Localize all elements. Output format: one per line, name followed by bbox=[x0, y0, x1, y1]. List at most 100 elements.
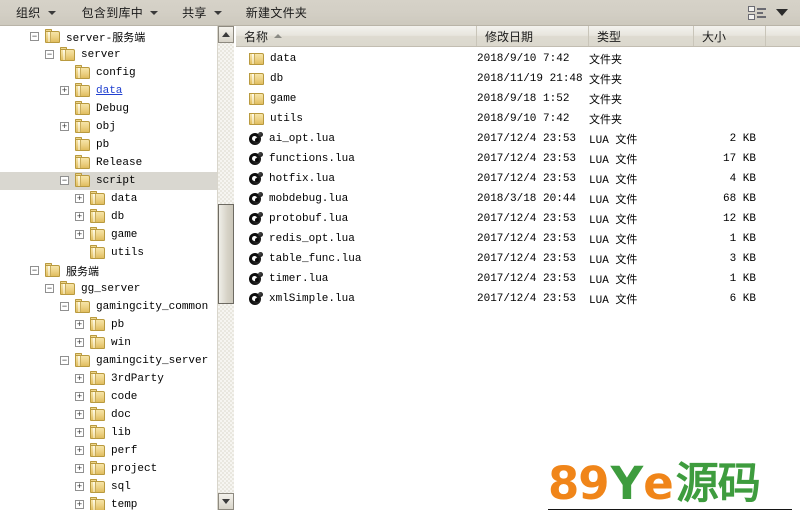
scrollbar-down-button[interactable] bbox=[218, 493, 234, 510]
expand-plus-icon[interactable]: + bbox=[75, 427, 84, 437]
toolbar-button-share-with[interactable]: 共享 bbox=[176, 2, 228, 24]
expand-plus-icon[interactable]: + bbox=[75, 391, 84, 401]
help-chevron-down-icon[interactable] bbox=[776, 9, 788, 16]
expand-plus-icon[interactable]: + bbox=[75, 481, 84, 491]
tree-item-lib[interactable]: + lib bbox=[0, 424, 217, 442]
file-name-label: protobuf.lua bbox=[269, 213, 349, 225]
table-row[interactable]: mobdebug.lua 2018/3/18 20:44 LUA 文件 68 KB bbox=[236, 189, 800, 209]
lua-file-icon bbox=[249, 212, 263, 226]
collapse-minus-icon[interactable]: − bbox=[60, 355, 69, 365]
tree-item-server-服务端[interactable]: − server-服务端 bbox=[0, 28, 217, 46]
tree-item-data[interactable]: + data bbox=[0, 190, 217, 208]
table-row[interactable]: redis_opt.lua 2017/12/4 23:53 LUA 文件 1 KB bbox=[236, 229, 800, 249]
expand-plus-icon[interactable]: + bbox=[75, 193, 84, 203]
tree-item-Release[interactable]: Release bbox=[0, 154, 217, 172]
tree-item-pb[interactable]: + pb bbox=[0, 316, 217, 334]
expand-plus-icon[interactable]: + bbox=[60, 85, 69, 95]
file-name-label: redis_opt.lua bbox=[269, 233, 355, 245]
collapse-minus-icon[interactable]: − bbox=[60, 175, 69, 185]
tree-item-3rdParty[interactable]: +3rdParty bbox=[0, 370, 217, 388]
tree-item-sql[interactable]: + sql bbox=[0, 478, 217, 496]
navigation-scrollbar[interactable] bbox=[217, 26, 234, 510]
collapse-minus-icon[interactable]: − bbox=[45, 283, 54, 293]
tree-item-服务端[interactable]: − 服务端 bbox=[0, 262, 217, 280]
expand-plus-icon[interactable]: + bbox=[60, 121, 69, 131]
file-rows: data 2018/9/10 7:42 文件夹 db 2018/11/19 21:48 文… bbox=[236, 47, 800, 309]
tree-item-code[interactable]: + code bbox=[0, 388, 217, 406]
tree-item-label: config bbox=[96, 67, 136, 79]
expand-plus-icon[interactable]: + bbox=[75, 319, 84, 329]
toolbar-button-new-folder[interactable]: 新建文件夹 bbox=[240, 2, 314, 24]
cell-name: ai_opt.lua bbox=[236, 132, 477, 146]
cell-name: timer.lua bbox=[236, 272, 477, 286]
view-options-icon[interactable] bbox=[748, 5, 766, 20]
chevron-down-icon bbox=[47, 10, 56, 15]
tree-item-label: code bbox=[111, 391, 138, 403]
tree-item-script[interactable]: − script bbox=[0, 172, 217, 190]
table-row[interactable]: xmlSimple.lua 2017/12/4 23:53 LUA 文件 6 KB bbox=[236, 289, 800, 309]
toolbar-button-include-in-library[interactable]: 包含到库中 bbox=[76, 2, 165, 24]
toolbar-organize-label: 组织 bbox=[16, 6, 41, 20]
file-name-label: hotfix.lua bbox=[269, 173, 336, 185]
table-row[interactable]: db 2018/11/19 21:48 文件夹 bbox=[236, 69, 800, 89]
tree-item-win[interactable]: + win bbox=[0, 334, 217, 352]
table-row[interactable]: functions.lua 2017/12/4 23:53 LUA 文件 17 KB bbox=[236, 149, 800, 169]
table-row[interactable]: utils 2018/9/10 7:42 文件夹 bbox=[236, 109, 800, 129]
tree-item-server[interactable]: − server bbox=[0, 46, 217, 64]
lua-file-icon bbox=[249, 272, 263, 286]
table-row[interactable]: hotfix.lua 2017/12/4 23:53 LUA 文件 4 KB bbox=[236, 169, 800, 189]
expand-plus-icon[interactable]: + bbox=[75, 229, 84, 239]
scrollbar-up-button[interactable] bbox=[218, 26, 234, 43]
tree-item-gamingcity_common[interactable]: − gamingcity_common bbox=[0, 298, 217, 316]
tree-item-config[interactable]: config bbox=[0, 64, 217, 82]
tree-item-perf[interactable]: + perf bbox=[0, 442, 217, 460]
table-row[interactable]: game 2018/9/18 1:52 文件夹 bbox=[236, 89, 800, 109]
cell-date: 2018/9/18 1:52 bbox=[477, 93, 570, 105]
expand-plus-icon[interactable]: + bbox=[75, 337, 84, 347]
tree-item-obj[interactable]: + obj bbox=[0, 118, 217, 136]
column-header-type[interactable]: 类型 bbox=[589, 26, 694, 46]
column-header-size[interactable]: 大小 bbox=[694, 26, 766, 46]
column-header-name[interactable]: 名称 bbox=[236, 26, 477, 46]
arrow-down-icon bbox=[222, 499, 230, 504]
column-header-date[interactable]: 修改日期 bbox=[477, 26, 589, 46]
table-row[interactable]: table_func.lua 2017/12/4 23:53 LUA 文件 3 KB bbox=[236, 249, 800, 269]
table-row[interactable]: ai_opt.lua 2017/12/4 23:53 LUA 文件 2 KB bbox=[236, 129, 800, 149]
tree-item-Debug[interactable]: Debug bbox=[0, 100, 217, 118]
cell-type: LUA 文件 bbox=[589, 155, 638, 167]
toolbar-button-organize[interactable]: 组织 bbox=[10, 2, 62, 24]
tree-item-gg_server[interactable]: − gg_server bbox=[0, 280, 217, 298]
expand-plus-icon[interactable]: + bbox=[75, 211, 84, 221]
collapse-minus-icon[interactable]: − bbox=[45, 49, 54, 59]
tree-item-gamingcity_server[interactable]: − gamingcity_server bbox=[0, 352, 217, 370]
toolbar: 组织 包含到库中 共享 新建文件夹 bbox=[0, 0, 800, 26]
expand-plus-icon[interactable]: + bbox=[75, 409, 84, 419]
arrow-up-icon bbox=[222, 32, 230, 37]
table-row[interactable]: data 2018/9/10 7:42 文件夹 bbox=[236, 49, 800, 69]
toolbar-right-group bbox=[748, 5, 800, 20]
tree-item-label: 服务端 bbox=[66, 267, 99, 279]
expand-plus-icon[interactable]: + bbox=[75, 445, 84, 455]
expand-plus-icon[interactable]: + bbox=[75, 463, 84, 473]
tree-item-project[interactable]: + project bbox=[0, 460, 217, 478]
tree-item-pb[interactable]: pb bbox=[0, 136, 217, 154]
tree-item-utils[interactable]: utils bbox=[0, 244, 217, 262]
tree-item-data[interactable]: + data bbox=[0, 82, 217, 100]
collapse-minus-icon[interactable]: − bbox=[30, 265, 39, 275]
cell-type: LUA 文件 bbox=[589, 215, 638, 227]
sort-ascending-icon bbox=[274, 34, 283, 38]
tree-item-game[interactable]: + game bbox=[0, 226, 217, 244]
table-row[interactable]: timer.lua 2017/12/4 23:53 LUA 文件 1 KB bbox=[236, 269, 800, 289]
collapse-minus-icon[interactable]: − bbox=[30, 31, 39, 41]
cell-name: table_func.lua bbox=[236, 252, 477, 266]
tree-item-db[interactable]: + db bbox=[0, 208, 217, 226]
watermark-yuanma: 源码 bbox=[675, 459, 761, 509]
table-row[interactable]: protobuf.lua 2017/12/4 23:53 LUA 文件 12 KB bbox=[236, 209, 800, 229]
tree-item-doc[interactable]: + doc bbox=[0, 406, 217, 424]
expand-plus-icon[interactable]: + bbox=[75, 499, 84, 509]
scrollbar-thumb[interactable] bbox=[218, 204, 234, 304]
expand-plus-icon[interactable]: + bbox=[75, 373, 84, 383]
cell-name: game bbox=[236, 93, 477, 105]
tree-item-temp[interactable]: + temp bbox=[0, 496, 217, 510]
collapse-minus-icon[interactable]: − bbox=[60, 301, 69, 311]
